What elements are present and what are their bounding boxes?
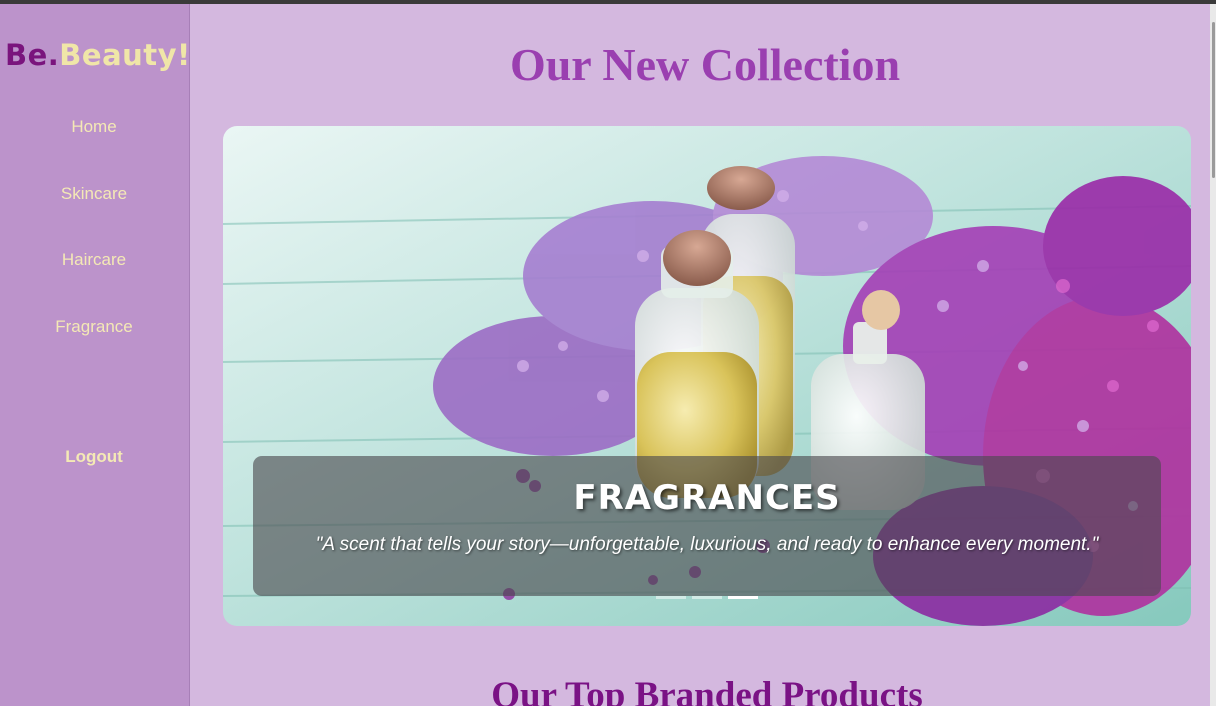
caption-text: "A scent that tells your story—unforgett… (315, 534, 1099, 555)
logo-beauty: Beauty! (59, 38, 191, 72)
nav-fragrance-link[interactable]: Fragrance (0, 317, 188, 337)
nav-home-link[interactable]: Home (0, 117, 188, 137)
nav-haircare-link[interactable]: Haircare (0, 250, 188, 270)
carousel-indicator-3[interactable] (728, 596, 758, 599)
scrollbar-thumb[interactable] (1212, 22, 1215, 178)
sidebar: Be.Beauty! Home Skincare Haircare Fragra… (0, 4, 190, 706)
page-title: Our New Collection (509, 39, 901, 90)
caption-title: FRAGRANCES (573, 478, 841, 518)
carousel-caption: FRAGRANCES "A scent that tells your stor… (253, 456, 1161, 596)
carousel-indicator-1[interactable] (656, 596, 686, 599)
carousel-indicator-2[interactable] (692, 596, 722, 599)
section-title: Our Top Branded Products (491, 675, 923, 706)
logout-link[interactable]: Logout (0, 447, 188, 467)
nav-skincare-link[interactable]: Skincare (0, 184, 188, 204)
brand-logo[interactable]: Be.Beauty! (5, 38, 191, 72)
logo-be: Be. (5, 38, 60, 72)
hero-carousel[interactable]: FRAGRANCES "A scent that tells your stor… (223, 126, 1191, 626)
